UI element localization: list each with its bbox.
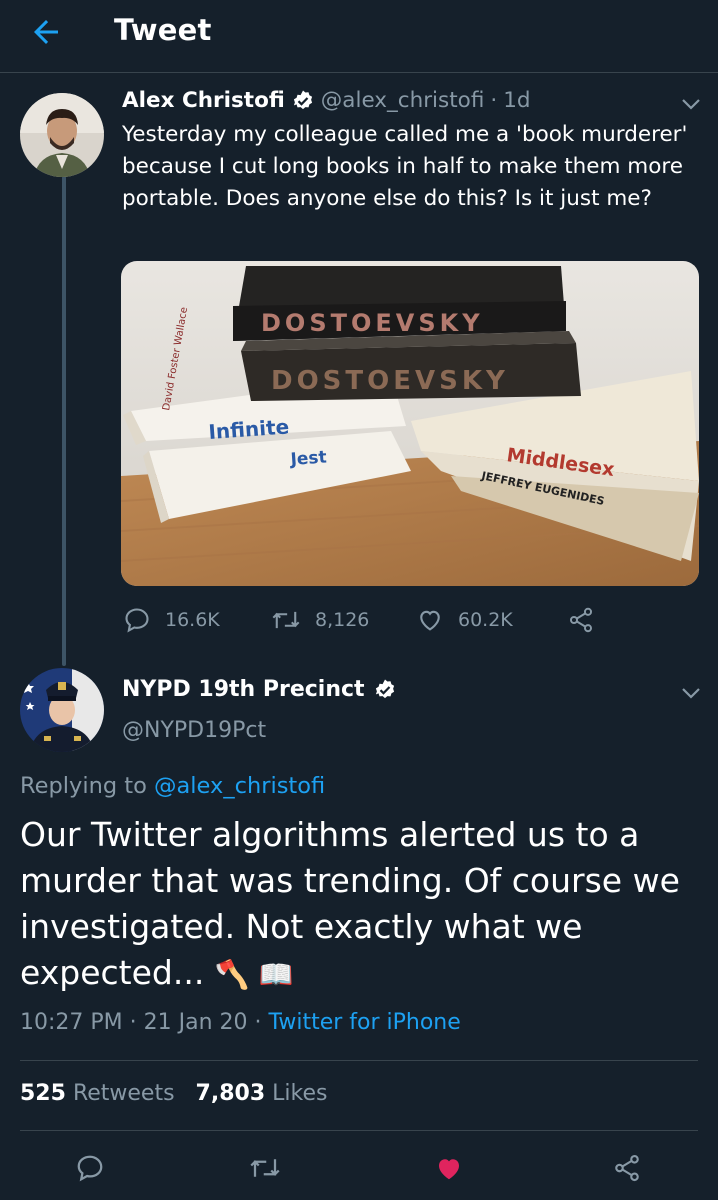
author-handle[interactable]: @NYPD19Pct (122, 718, 266, 743)
replying-to: Replying to @alex_christofi (20, 773, 325, 799)
retweet-icon (272, 611, 300, 629)
verified-badge-icon (375, 679, 394, 698)
book-title-dostoevsky-lower: DOSTOEVSKY (271, 366, 509, 396)
emoji-axe-book: 🪓 📖 (214, 958, 294, 991)
share-icon[interactable] (567, 606, 595, 634)
replying-to-handle-link[interactable]: @alex_christofi (154, 773, 325, 799)
book-title-jest: Jest (289, 448, 327, 471)
tweet-media-photo[interactable]: Infinite Jest David Foster Wallace Middl… (121, 261, 699, 586)
arrow-left-icon[interactable] (28, 14, 64, 50)
retweets-count: 525 (20, 1081, 66, 1106)
share-icon[interactable] (612, 1153, 642, 1183)
chevron-down-icon[interactable] (680, 96, 702, 112)
tweet-age[interactable]: 1d (503, 88, 530, 113)
reply-action[interactable]: 16.6K (123, 606, 220, 634)
thread-connector (62, 176, 66, 666)
avatar-alex-christofi (20, 93, 104, 177)
tweet-date: 21 Jan 20 (143, 1010, 248, 1035)
books-photo: Infinite Jest David Foster Wallace Middl… (121, 261, 699, 586)
separator-dot: · (490, 88, 498, 113)
likes-count: 7,803 (195, 1081, 266, 1106)
heart-icon (420, 610, 440, 631)
retweets-label: Retweets (72, 1081, 175, 1106)
likes-stat[interactable]: 7,803 Likes (196, 1081, 328, 1106)
author-name[interactable]: NYPD 19th Precinct (122, 677, 365, 702)
like-count: 60.2K (458, 609, 513, 631)
book-title-dostoevsky-upper: DOSTOEVSKY (261, 309, 484, 337)
tweet-meta: 10:27 PM · 21 Jan 20 · Twitter for iPhon… (20, 1010, 461, 1035)
tweet-time: 10:27 PM (20, 1010, 123, 1035)
avatar[interactable] (20, 668, 104, 752)
reply-icon[interactable] (75, 1153, 105, 1183)
avatar-nypd-19th-precinct (20, 668, 104, 752)
engagement-stats: 525 Retweets 7,803 Likes (20, 1081, 327, 1106)
tweet-text: Yesterday my colleague called me a 'book… (122, 122, 688, 211)
divider (20, 1060, 698, 1061)
author-handle[interactable]: @alex_christofi (321, 88, 485, 113)
replying-to-label: Replying to (20, 773, 147, 799)
chevron-down-icon[interactable] (680, 685, 702, 701)
reply-icon (125, 608, 149, 633)
tweet1-header: Alex Christofi @alex_christofi · 1d (122, 88, 531, 113)
reply-count: 16.6K (165, 609, 220, 631)
likes-label: Likes (272, 1081, 328, 1106)
heart-icon[interactable] (433, 1153, 465, 1183)
retweets-stat[interactable]: 525 Retweets (20, 1081, 175, 1106)
tweet-source-link[interactable]: Twitter for iPhone (269, 1010, 461, 1035)
tweet-text: Our Twitter algorithms alerted us to a m… (20, 815, 680, 992)
avatar[interactable] (20, 93, 104, 177)
author-name[interactable]: Alex Christofi (122, 88, 285, 113)
top-bar: Tweet (0, 0, 718, 73)
retweet-action[interactable]: 8,126 (271, 606, 369, 634)
like-action[interactable]: 60.2K (416, 606, 513, 634)
page-title: Tweet (114, 13, 212, 47)
retweet-count: 8,126 (315, 609, 370, 631)
verified-badge-icon (293, 90, 312, 109)
divider (20, 1130, 698, 1131)
tweet-text-container: Our Twitter algorithms alerted us to a m… (20, 812, 700, 998)
retweet-icon[interactable] (248, 1153, 282, 1183)
tweet2-header: NYPD 19th Precinct (122, 677, 397, 702)
